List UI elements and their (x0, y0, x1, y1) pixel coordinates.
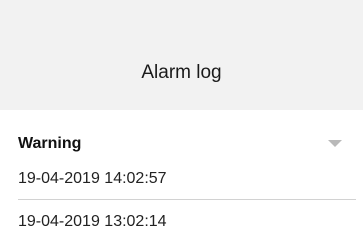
alarm-log-screen: Alarm log Warning 19-04-2019 14:02:57 19… (0, 0, 363, 241)
chevron-down-icon (328, 140, 342, 147)
warning-filter-dropdown[interactable]: Warning 19-04-2019 14:02:57 (0, 110, 363, 187)
app-header: Alarm log (0, 0, 363, 110)
alarm-log-content: Warning 19-04-2019 14:02:57 19-04-2019 1… (0, 110, 363, 241)
alarm-entry-timestamp: 19-04-2019 13:02:14 (18, 213, 167, 230)
alarm-log-entry[interactable]: 19-04-2019 13:02:14 (0, 202, 363, 241)
entry-divider (18, 199, 356, 200)
alarm-entry-timestamp: 19-04-2019 14:02:57 (18, 170, 167, 187)
page-title: Alarm log (141, 62, 222, 83)
filter-label: Warning (18, 135, 82, 152)
